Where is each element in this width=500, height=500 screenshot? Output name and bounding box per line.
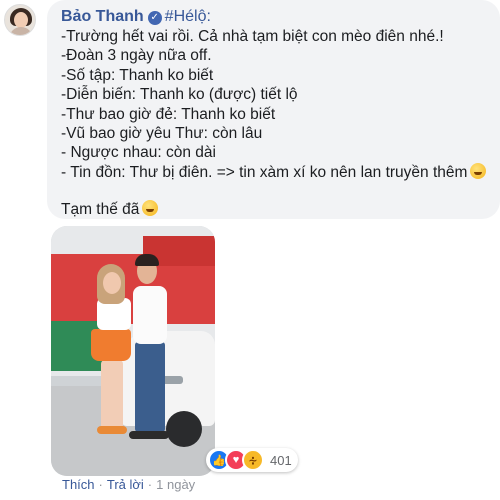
comment-line: -Diễn biến: Thanh ko (được) tiết lộ (61, 86, 298, 104)
smile-sweat-emoji-icon (142, 200, 159, 217)
reactions-summary[interactable]: 👍 ♥ ∻ 401 (206, 448, 298, 472)
comment-photo[interactable] (51, 226, 215, 476)
comment-body: -Trường hết vai rồi. Cả nhà tạm biệt con… (61, 27, 490, 182)
photo-woman-legs (101, 360, 123, 430)
comment-line: - Ngược nhau: còn dài (61, 144, 216, 162)
closing-text: Tạm thế đã (61, 201, 140, 219)
photo-man-shirt (133, 286, 167, 344)
reaction-count: 401 (270, 452, 292, 468)
photo-car-wheel (166, 411, 202, 447)
comment-line: -Vũ bao giờ yêu Thư: còn lâu (61, 125, 263, 143)
comment-closing: Tạm thế đã (61, 200, 490, 220)
comment-line: -Trường hết vai rồi. Cả nhà tạm biệt con… (61, 28, 444, 45)
photo-man-hair (135, 254, 159, 266)
like-link[interactable]: Thích (62, 477, 95, 492)
comment-line: -Số tập: Thanh ko biết (61, 66, 214, 84)
separator-dot: · (98, 477, 103, 492)
separator-dot: · (147, 477, 153, 492)
photo-woman-skirt (91, 329, 131, 361)
author-avatar[interactable] (4, 4, 36, 36)
author-name[interactable]: Bảo Thanh (61, 8, 144, 25)
photo-man-jeans (135, 342, 165, 432)
avatar-face (14, 12, 28, 28)
comment-line-text: - Tin đồn: Thư bị điên. => tin xàm xí ko… (61, 163, 468, 181)
verified-icon: ✓ (147, 11, 162, 25)
hashtag-link[interactable]: #Hélộ: (165, 8, 211, 25)
comment-actions: Thích · Trả lời · 1 ngày (62, 476, 195, 494)
photo-man-shoes (129, 431, 169, 439)
reply-link[interactable]: Trả lời (107, 477, 144, 492)
haha-reaction-icon: ∻ (242, 449, 264, 471)
comment-header: Bảo Thanh ✓ #Hélộ: (61, 7, 490, 27)
grin-emoji-icon (470, 162, 487, 179)
comment-line: -Đoàn 3 ngày nữa off. (61, 47, 212, 65)
comment-timestamp[interactable]: 1 ngày (156, 477, 195, 492)
comment-bubble: Bảo Thanh ✓ #Hélộ: -Trường hết vai rồi. Cả… (47, 0, 500, 219)
comment-line: -Thư bao giờ đẻ: Thanh ko biết (61, 105, 276, 123)
photo-woman-shoes (97, 426, 127, 434)
photo-woman-face (103, 272, 121, 294)
avatar-shoulder (9, 27, 33, 35)
comment-line-with-emoji: - Tin đồn: Thư bị điên. => tin xàm xí ko… (61, 162, 490, 182)
